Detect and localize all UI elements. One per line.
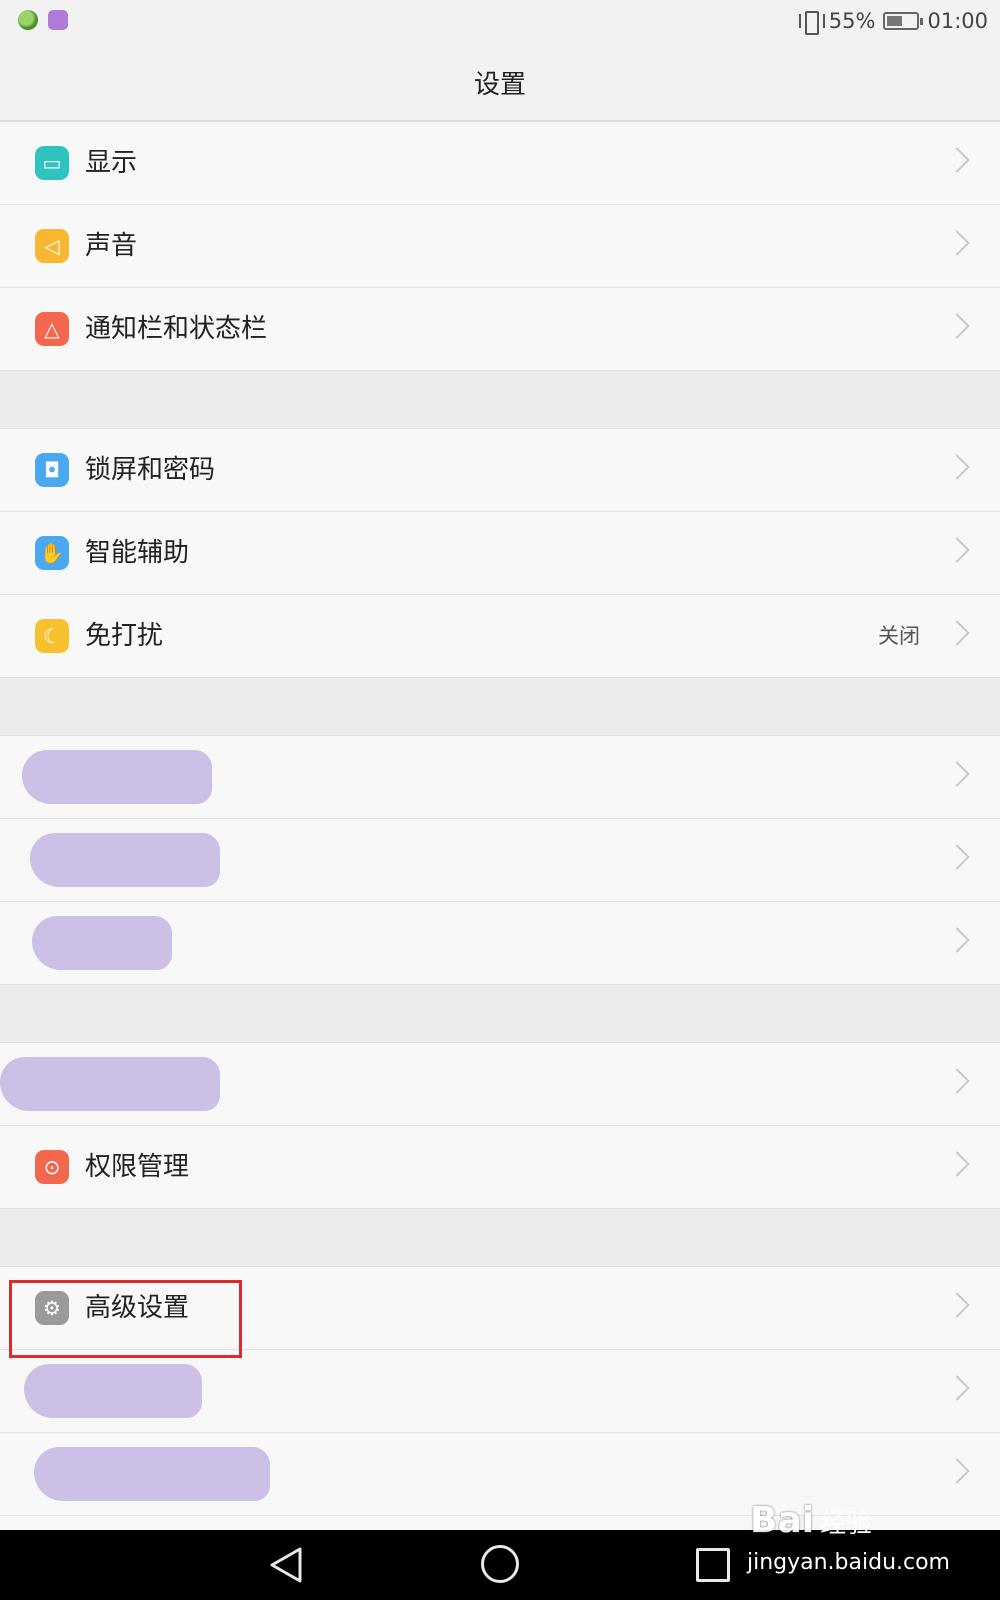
settings-item-label: 通知栏和状态栏 [85,314,268,344]
status-bar: 55% 01:00 [0,0,1000,44]
settings-item-notification[interactable]: △ 通知栏和状态栏 [0,288,1000,371]
display-icon: ▭ [35,146,69,180]
redaction-mark [32,916,172,970]
settings-item-permissions[interactable]: ⊙ 权限管理 [0,1126,1000,1209]
redaction-mark [30,833,220,887]
header: 设置 [0,44,1000,122]
settings-item-redacted[interactable] [0,1043,1000,1126]
back-icon[interactable] [268,1547,304,1583]
moon-icon: ☾ [35,619,69,653]
chevron-right-icon [944,1068,970,1094]
home-icon[interactable] [481,1545,519,1583]
battery-icon [883,12,924,30]
chevron-right-icon [944,1375,970,1401]
settings-item-sound[interactable]: ◁ 声音 [0,205,1000,288]
settings-item-label: 显示 [85,148,138,178]
chevron-right-icon [944,927,970,953]
speaker-icon: ◁ [35,229,69,263]
watermark-url: jingyan.baidu.com [746,1550,950,1575]
annotation-highlight-box [9,1280,242,1358]
battery-level [887,16,903,26]
settings-item-label: 权限管理 [85,1152,190,1182]
settings-item-label: 锁屏和密码 [85,455,216,485]
page-title: 设置 [473,69,526,100]
chevron-right-icon [944,620,970,646]
settings-item-lockscreen[interactable]: ◘ 锁屏和密码 [0,429,1000,512]
settings-item-smart-assist[interactable]: ✋ 智能辅助 [0,512,1000,595]
settings-item-redacted[interactable] [0,819,1000,902]
bell-icon: △ [35,312,69,346]
hand-icon: ✋ [35,536,69,570]
chevron-right-icon [944,230,970,256]
settings-item-label: 免打扰 [85,621,164,651]
chevron-right-icon [944,761,970,787]
settings-item-dnd[interactable]: ☾ 免打扰 关闭 [0,595,1000,678]
settings-item-redacted[interactable] [0,902,1000,985]
battery-percent: 55% [828,9,876,33]
notification-icons [18,10,68,30]
redaction-mark [0,1057,220,1111]
section-divider [0,985,1000,1043]
watermark-logo: Bai [750,1500,815,1541]
chevron-right-icon [944,313,970,339]
section-divider [0,371,1000,429]
app-notification-icon [18,10,38,30]
lock-icon: ◘ [35,453,69,487]
chevron-right-icon [944,454,970,480]
section-divider [0,1209,1000,1267]
baidu-watermark: Bai 经验 jingyan.baidu.com [747,1500,950,1575]
redaction-mark [24,1364,202,1418]
section-divider [0,678,1000,736]
watermark-logo-cn: 经验 [820,1509,873,1539]
gallery-notification-icon [48,10,68,30]
chevron-right-icon [944,1151,970,1177]
redaction-mark [34,1447,270,1501]
settings-item-redacted[interactable] [0,736,1000,819]
redaction-mark [22,750,212,804]
clock: 01:00 [927,9,988,33]
settings-item-label: 声音 [85,231,138,261]
chevron-right-icon [944,537,970,563]
chevron-right-icon [944,1292,970,1318]
settings-item-label: 智能辅助 [85,538,190,568]
chevron-right-icon [944,147,970,173]
vibrate-icon [798,9,825,35]
chevron-right-icon [944,1458,970,1484]
dnd-status: 关闭 [878,624,920,648]
permission-icon: ⊙ [35,1150,69,1184]
status-indicators: 55% 01:00 [798,6,988,36]
recents-icon[interactable] [696,1548,730,1582]
settings-item-display[interactable]: ▭ 显示 [0,122,1000,205]
chevron-right-icon [944,844,970,870]
settings-item-redacted[interactable] [0,1350,1000,1433]
